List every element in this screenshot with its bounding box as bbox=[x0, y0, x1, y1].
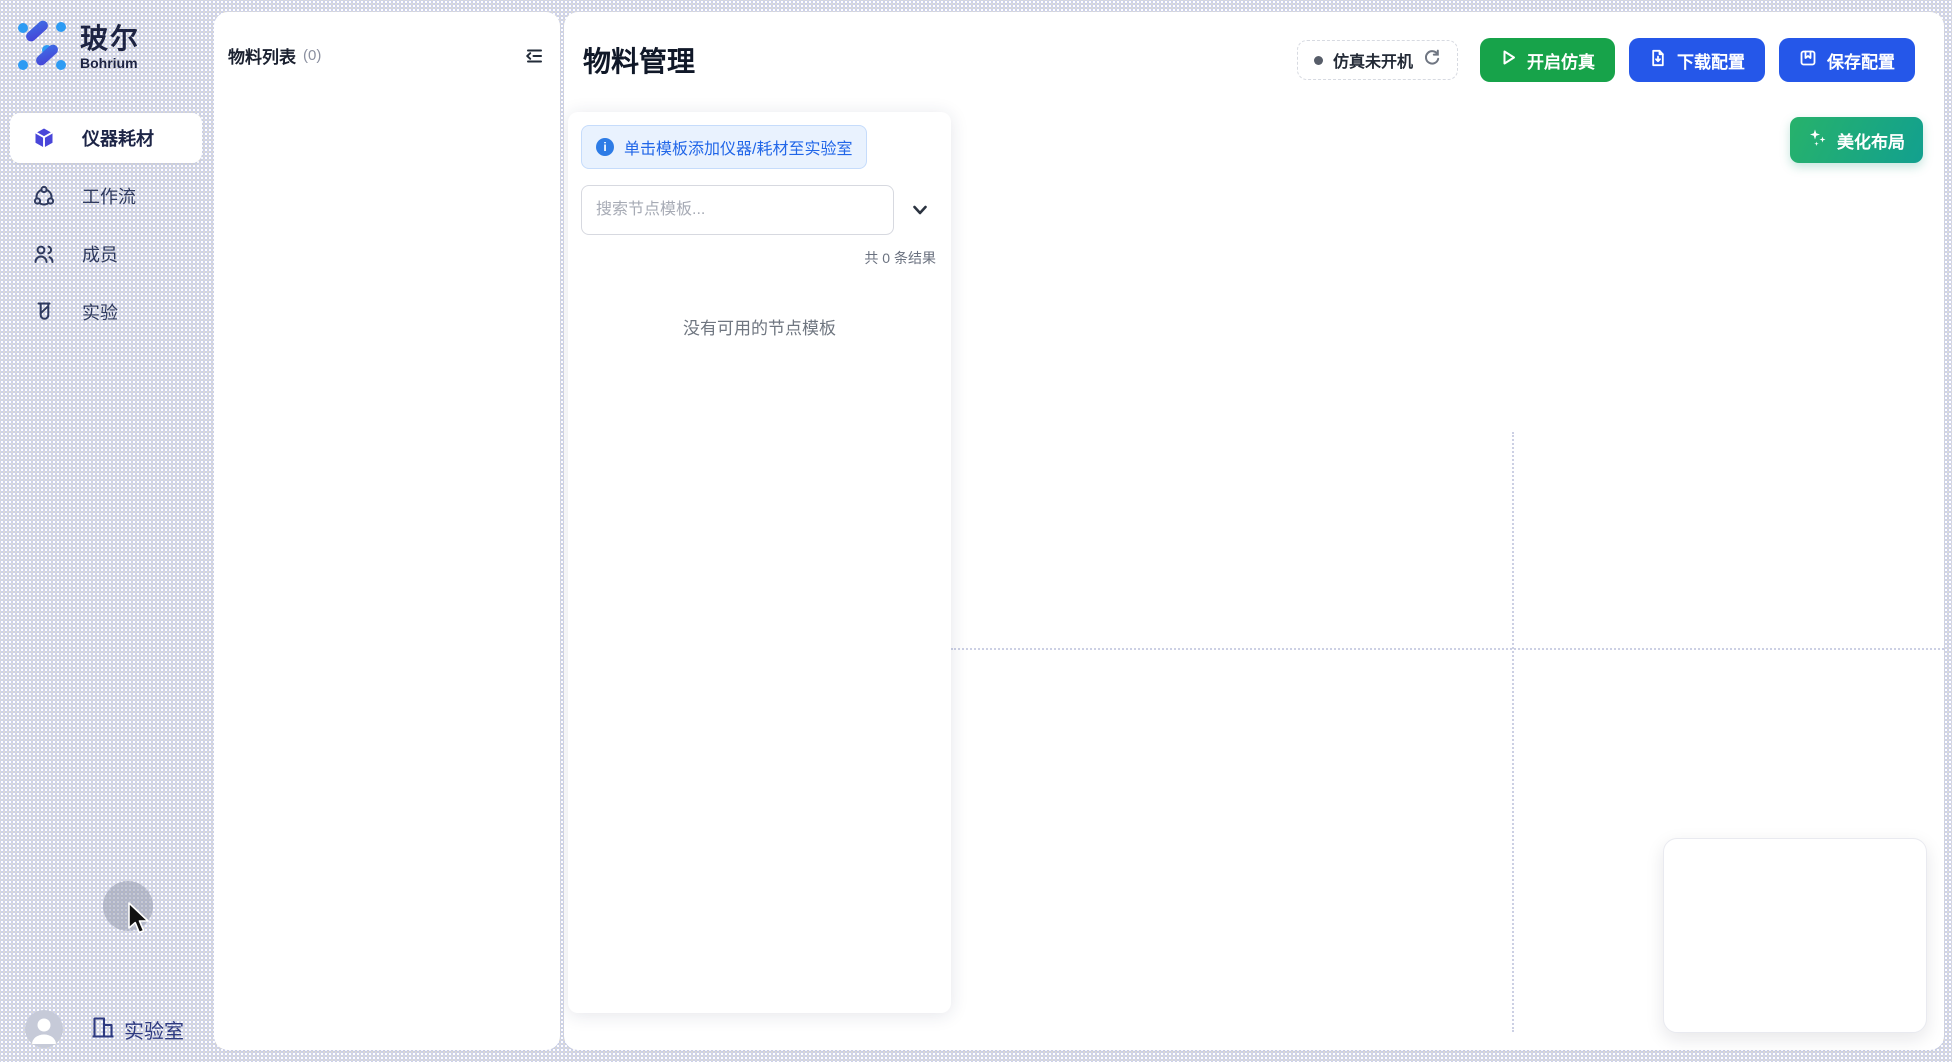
status-dot-icon bbox=[1314, 56, 1323, 65]
download-config-button[interactable]: 下载配置 bbox=[1629, 38, 1765, 82]
header-actions: 仿真未开机 开启仿真 bbox=[1297, 38, 1915, 82]
materials-list-panel: 物料列表 (0) bbox=[214, 12, 560, 1050]
minimap-panel[interactable] bbox=[1663, 838, 1927, 1033]
save-config-button[interactable]: 保存配置 bbox=[1779, 38, 1915, 82]
cube-icon bbox=[32, 126, 56, 150]
download-config-label: 下载配置 bbox=[1677, 48, 1745, 73]
template-search-input[interactable] bbox=[581, 185, 894, 235]
brand-name-zh: 玻尔 bbox=[80, 24, 140, 53]
mouse-cursor bbox=[127, 902, 153, 941]
sidebar-item-label: 实验 bbox=[82, 299, 118, 325]
template-result-count: 共 0 条结果 bbox=[581, 248, 938, 268]
download-file-icon bbox=[1649, 49, 1667, 72]
main-header: 物料管理 仿真未开机 开启仿真 bbox=[564, 12, 1944, 84]
template-hint-banner[interactable]: i 单击模板添加仪器/耗材至实验室 bbox=[581, 125, 867, 169]
template-hint-text: 单击模板添加仪器/耗材至实验室 bbox=[624, 135, 852, 159]
start-simulation-button[interactable]: 开启仿真 bbox=[1480, 38, 1615, 82]
bohrium-logo-icon bbox=[16, 18, 68, 77]
materials-list-count: (0) bbox=[303, 47, 321, 64]
play-icon bbox=[1500, 49, 1517, 71]
sparkles-icon bbox=[1808, 128, 1828, 153]
workspace-switcher[interactable]: 实验室 bbox=[90, 1014, 184, 1045]
sidebar-item-workflow[interactable]: 工作流 bbox=[10, 171, 202, 221]
brand-text: 玻尔 Bohrium bbox=[80, 24, 140, 71]
info-icon: i bbox=[596, 138, 614, 156]
refresh-icon[interactable] bbox=[1423, 49, 1441, 72]
page-title: 物料管理 bbox=[583, 40, 695, 80]
sidebar-footer: 实验室 bbox=[0, 1010, 212, 1048]
canvas-guide-vertical bbox=[1512, 432, 1514, 1032]
status-label: 仿真未开机 bbox=[1333, 48, 1413, 72]
main-panel: 物料管理 仿真未开机 开启仿真 bbox=[564, 12, 1944, 1050]
save-icon bbox=[1799, 49, 1817, 72]
workspace-label: 实验室 bbox=[124, 1015, 184, 1044]
sidebar-item-members[interactable]: 成员 bbox=[10, 229, 202, 279]
brand: 玻尔 Bohrium bbox=[0, 0, 212, 77]
avatar[interactable] bbox=[25, 1010, 63, 1048]
materials-list-title: 物料列表 bbox=[228, 43, 296, 68]
node-template-panel: i 单击模板添加仪器/耗材至实验室 共 0 条结果 没有可用的节点模板 bbox=[568, 112, 951, 1013]
members-icon bbox=[32, 242, 56, 266]
sidebar-item-experiments[interactable]: 实验 bbox=[10, 287, 202, 337]
brand-name-en: Bohrium bbox=[80, 56, 140, 71]
chevron-down-icon[interactable] bbox=[902, 192, 938, 228]
workflow-icon bbox=[32, 184, 56, 208]
sidebar-item-label: 工作流 bbox=[82, 183, 136, 209]
canvas-guide-horizontal bbox=[951, 648, 1944, 650]
beautify-layout-label: 美化布局 bbox=[1837, 128, 1905, 153]
template-empty-message: 没有可用的节点模板 bbox=[581, 314, 938, 339]
sidebar-item-label: 仪器耗材 bbox=[82, 125, 154, 151]
simulation-status-pill[interactable]: 仿真未开机 bbox=[1297, 40, 1458, 80]
materials-list-header: 物料列表 (0) bbox=[214, 12, 560, 68]
sidebar-item-instruments[interactable]: 仪器耗材 bbox=[10, 113, 202, 163]
sidebar-nav: 仪器耗材 工作流 成员 bbox=[0, 113, 212, 337]
start-simulation-label: 开启仿真 bbox=[1527, 48, 1595, 73]
experiment-icon bbox=[32, 300, 56, 324]
collapse-panel-button[interactable] bbox=[522, 44, 546, 68]
building-icon bbox=[90, 1014, 116, 1045]
beautify-layout-button[interactable]: 美化布局 bbox=[1790, 117, 1923, 163]
sidebar-item-label: 成员 bbox=[82, 241, 118, 267]
template-search-row bbox=[581, 185, 938, 235]
save-config-label: 保存配置 bbox=[1827, 48, 1895, 73]
